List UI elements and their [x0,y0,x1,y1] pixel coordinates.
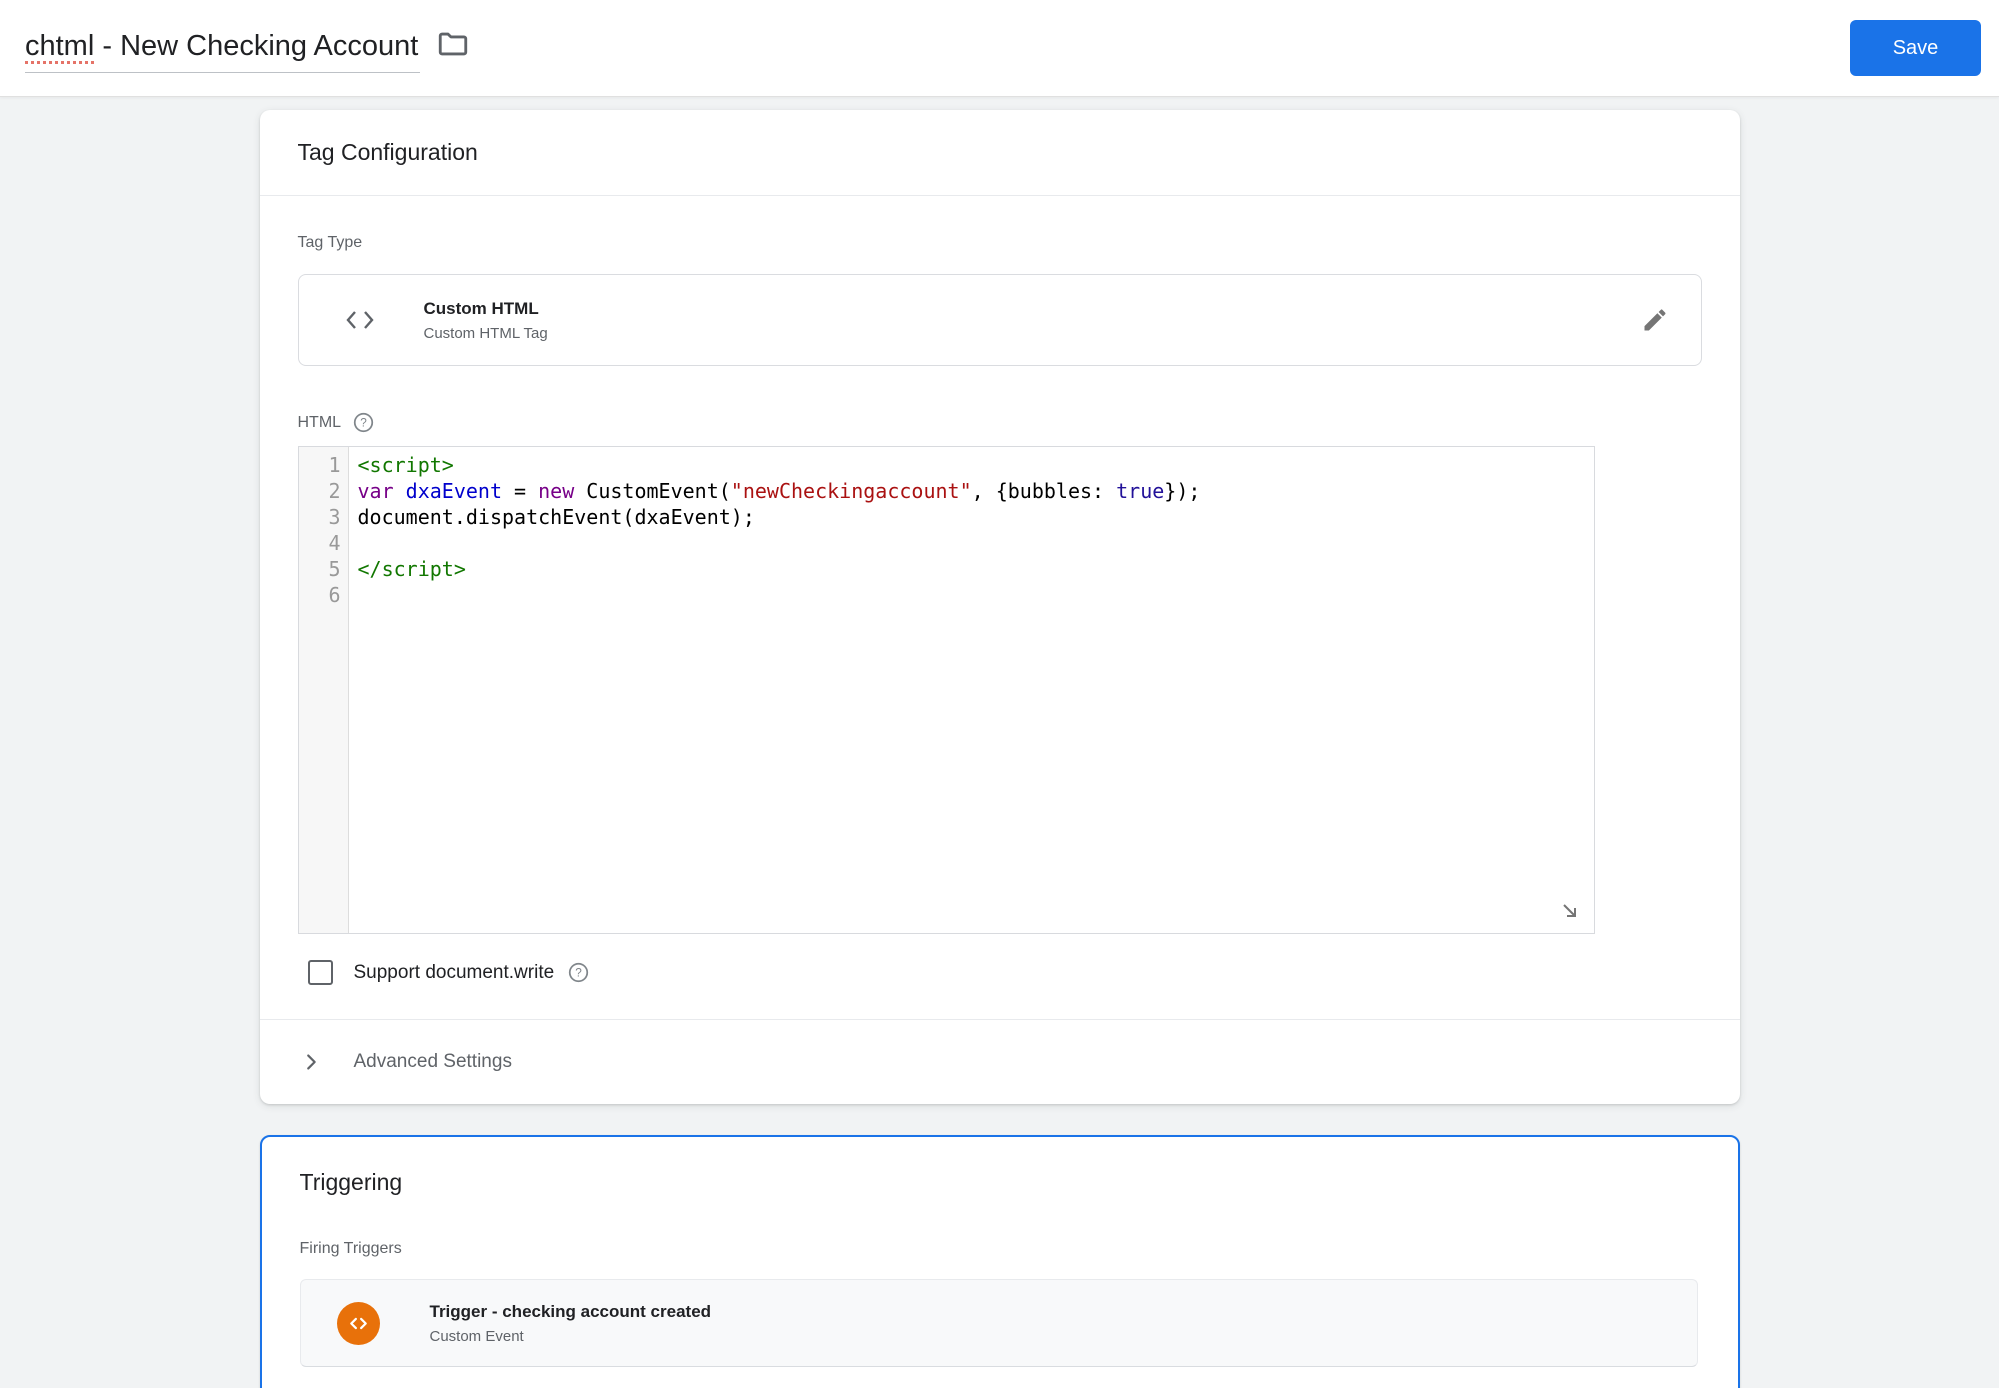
triggering-card: Triggering Firing Triggers Trigger - che… [260,1135,1740,1388]
tag-type-name: Custom HTML [424,299,548,319]
advanced-settings-toggle[interactable]: Advanced Settings [298,1020,1702,1104]
svg-text:?: ? [575,966,582,980]
firing-triggers-label: Firing Triggers [262,1240,1738,1258]
tag-type-description: Custom HTML Tag [424,325,548,342]
code-icon [344,307,376,333]
line-number: 5 [299,556,341,582]
edit-tag-type-button[interactable] [1641,306,1669,334]
editor-resize-handle[interactable] [1558,899,1582,923]
support-document-write-checkbox[interactable] [308,960,333,985]
html-code-editor[interactable]: 123456 <script>var dxaEvent = new Custom… [298,446,1595,934]
advanced-settings-label: Advanced Settings [354,1051,512,1073]
document-write-help-icon[interactable]: ? [568,962,589,983]
tag-name-misspelled: chtml [25,30,94,62]
tag-type-label: Tag Type [298,234,1702,252]
line-number: 3 [299,504,341,530]
editor-code[interactable]: <script>var dxaEvent = new CustomEvent("… [349,447,1594,933]
line-number: 6 [299,582,341,608]
line-number: 4 [299,530,341,556]
line-number: 1 [299,452,341,478]
resize-arrow-icon [1558,899,1582,923]
tag-configuration-title: Tag Configuration [298,139,478,166]
editor-gutter: 123456 [299,447,349,933]
custom-event-icon [337,1302,380,1345]
folder-icon[interactable] [436,27,470,61]
line-number: 2 [299,478,341,504]
code-line[interactable] [358,530,1594,556]
html-field-label: HTML [298,414,342,432]
tag-configuration-header: Tag Configuration [260,110,1740,196]
topbar: chtml - New Checking Account Save [0,0,1999,97]
pencil-icon [1641,306,1669,334]
tag-configuration-card: Tag Configuration Tag Type Custom HTML C… [260,110,1740,1104]
tag-type-selector[interactable]: Custom HTML Custom HTML Tag [298,274,1702,366]
svg-text:?: ? [360,416,367,430]
code-line[interactable]: </script> [358,556,1594,582]
code-line[interactable]: document.dispatchEvent(dxaEvent); [358,504,1594,530]
html-help-icon[interactable]: ? [353,412,374,433]
tag-name-input[interactable]: chtml - New Checking Account [25,24,420,73]
triggering-title: Triggering [300,1169,1700,1196]
tag-name-rest: - New Checking Account [94,30,418,62]
chevron-right-icon [300,1051,322,1073]
trigger-row[interactable]: Trigger - checking account created Custo… [300,1279,1698,1367]
code-line[interactable]: <script> [358,452,1594,478]
code-line[interactable]: var dxaEvent = new CustomEvent("newCheck… [358,478,1594,504]
save-button[interactable]: Save [1850,20,1981,76]
code-line[interactable] [358,582,1594,608]
trigger-type: Custom Event [430,1328,712,1345]
support-document-write-label: Support document.write [354,962,555,984]
trigger-name: Trigger - checking account created [430,1302,712,1322]
